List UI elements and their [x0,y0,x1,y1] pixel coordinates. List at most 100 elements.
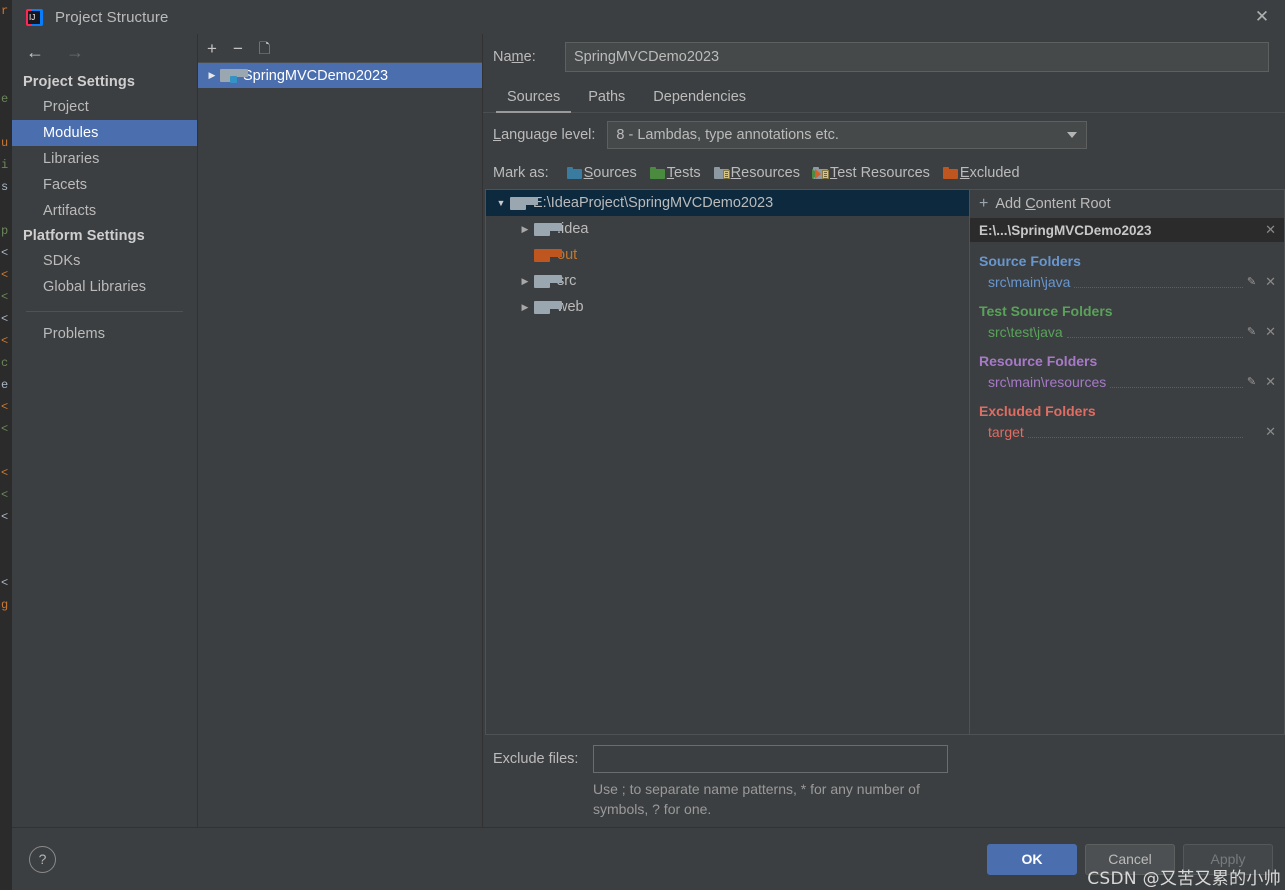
content-root-entry-path: target [988,423,1024,440]
tab-paths[interactable]: Paths [574,89,639,113]
close-icon[interactable]: ✕ [1265,274,1276,290]
sidebar-divider [26,311,183,312]
plus-icon: + [979,195,989,212]
tree-node-label: E:\IdeaProject\SpringMVCDemo2023 [533,195,774,211]
chevron-down-icon[interactable]: ▼ [492,198,510,208]
sidebar-items: Project Settings Project Modules Libraries F… [12,70,197,347]
module-name-row: Name: [483,34,1285,80]
mark-as-label: Mark as: [493,165,549,181]
folder-icon [510,196,538,210]
intellij-idea-icon: IJ [26,8,43,26]
dialog-body: ← → Project Settings Project Modules Librar… [12,34,1285,827]
content-root-entry[interactable]: src\test\java ✎ ✕ [970,321,1284,342]
content-root-group-title: Resource Folders [979,353,1098,369]
sources-folder-icon [566,167,582,179]
mark-as-resources-button[interactable]: Resources [713,165,800,181]
minus-icon[interactable]: − [233,40,243,57]
dotted-leader [1110,375,1243,388]
pencil-icon[interactable]: ✎ [1247,375,1256,388]
apply-button: Apply [1183,843,1273,875]
sidebar-item-modules[interactable]: Modules [12,120,197,146]
pencil-icon[interactable]: ✎ [1247,325,1256,338]
content-root-entry-path: src\main\java [988,273,1071,290]
content-root-header: E:\...\SpringMVCDemo2023 ✕ [970,218,1284,242]
forward-arrow-icon[interactable]: → [66,43,84,61]
help-icon[interactable]: ? [29,845,56,873]
sidebar-item-problems[interactable]: Problems [12,321,197,347]
modules-toolbar: + − 🗋 [198,34,482,63]
ok-button[interactable]: OK [987,843,1077,875]
exclude-files-row: Exclude files: [485,745,1269,773]
tab-sources[interactable]: Sources [493,89,574,113]
sidebar-item-libraries[interactable]: Libraries [12,146,197,172]
mark-as-sources-button[interactable]: Sources [566,165,637,181]
content-root-tree[interactable]: ▼ E:\IdeaProject\SpringMVCDemo2023 ▶ .idea o… [485,189,969,735]
tree-node[interactable]: ▶ src [486,268,969,294]
plus-icon[interactable]: + [207,40,217,57]
sidebar-item-artifacts[interactable]: Artifacts [12,198,197,224]
module-list-item-label: SpringMVCDemo2023 [243,67,389,84]
cancel-button[interactable]: Cancel [1085,843,1175,875]
modules-panel: + − 🗋 ▶ SpringMVCDemo2023 [198,34,483,827]
dotted-leader [1027,425,1243,438]
module-list-item[interactable]: ▶ SpringMVCDemo2023 [198,63,482,88]
content-root-groups: Source Folders src\main\java ✎ ✕ Test Source… [970,242,1284,442]
content-root-group-title: Source Folders [979,253,1081,269]
test-resources-folder-icon [811,167,829,179]
mark-as-tests-button[interactable]: Tests [649,165,701,181]
mark-as-label-text: Excluded [959,165,1020,181]
mark-as-label-text: Sources [583,165,637,181]
excluded-folder-icon [534,248,562,262]
chevron-right-icon[interactable]: ▶ [204,70,220,81]
content-root-path: E:\...\SpringMVCDemo2023 [979,222,1152,238]
copy-icon[interactable]: 🗋 [259,41,270,55]
tree-node[interactable]: ▶ web [486,294,969,320]
tab-dependencies[interactable]: Dependencies [639,89,760,113]
content-root-group-title: Test Source Folders [979,303,1113,319]
exclude-files-label: Exclude files: [493,751,579,767]
content-root-entry[interactable]: target✎✕ [970,421,1284,442]
dotted-leader [1074,275,1243,288]
close-icon[interactable]: ✕ [1265,324,1276,340]
sidebar-nav-arrows: ← → [12,34,197,70]
mark-as-excluded-button[interactable]: Excluded [942,165,1020,181]
tree-node[interactable]: out [486,242,969,268]
back-arrow-icon[interactable]: ← [26,43,44,61]
modules-list: ▶ SpringMVCDemo2023 [198,63,482,827]
sidebar-item-facets[interactable]: Facets [12,172,197,198]
folder-icon [534,222,562,236]
module-name-input[interactable] [565,42,1269,72]
close-icon[interactable]: ✕ [1265,374,1276,390]
chevron-right-icon[interactable]: ▶ [516,276,534,287]
add-content-root-button[interactable]: + Add Content Root [970,190,1284,218]
sidebar-item-project[interactable]: Project [12,94,197,120]
chevron-right-icon[interactable]: ▶ [516,224,534,235]
close-icon[interactable]: ✕ [1239,0,1285,34]
sidebar-item-sdks[interactable]: SDKs [12,248,197,274]
dialog-titlebar: IJ Project Structure ✕ [12,0,1285,34]
mark-as-test-resources-button[interactable]: Test Resources [811,165,930,181]
sidebar-group-title: Project Settings [23,74,135,90]
mark-as-label-text: Resources [730,165,800,181]
dialog-buttons: OK Cancel Apply [987,843,1273,875]
project-structure-dialog: IJ Project Structure ✕ ← → Project Setti… [12,0,1285,890]
sources-content-area: ▼ E:\IdeaProject\SpringMVCDemo2023 ▶ .idea o… [483,189,1285,735]
exclude-files-input[interactable] [593,745,948,773]
tree-node[interactable]: ▶ .idea [486,216,969,242]
chevron-right-icon[interactable]: ▶ [516,302,534,313]
sidebar-item-global-libraries[interactable]: Global Libraries [12,274,197,300]
exclude-files-hint: Use ; to separate name patterns, * for a… [593,781,920,817]
dialog-title: Project Structure [55,8,169,26]
settings-sidebar: ← → Project Settings Project Modules Librar… [12,34,198,827]
resources-folder-icon [713,167,730,179]
tree-node[interactable]: ▼ E:\IdeaProject\SpringMVCDemo2023 [486,190,969,216]
content-root-group-title: Excluded Folders [979,403,1096,419]
close-icon[interactable]: ✕ [1265,424,1276,440]
content-root-entry[interactable]: src\main\resources ✎ ✕ [970,371,1284,392]
close-icon[interactable]: ✕ [1265,222,1276,238]
content-root-entry-path: src\main\resources [988,373,1107,390]
pencil-icon[interactable]: ✎ [1247,275,1256,288]
language-level-select[interactable]: 8 - Lambdas, type annotations etc. [607,121,1088,149]
content-root-entry[interactable]: src\main\java ✎ ✕ [970,271,1284,292]
folder-icon [534,274,562,288]
